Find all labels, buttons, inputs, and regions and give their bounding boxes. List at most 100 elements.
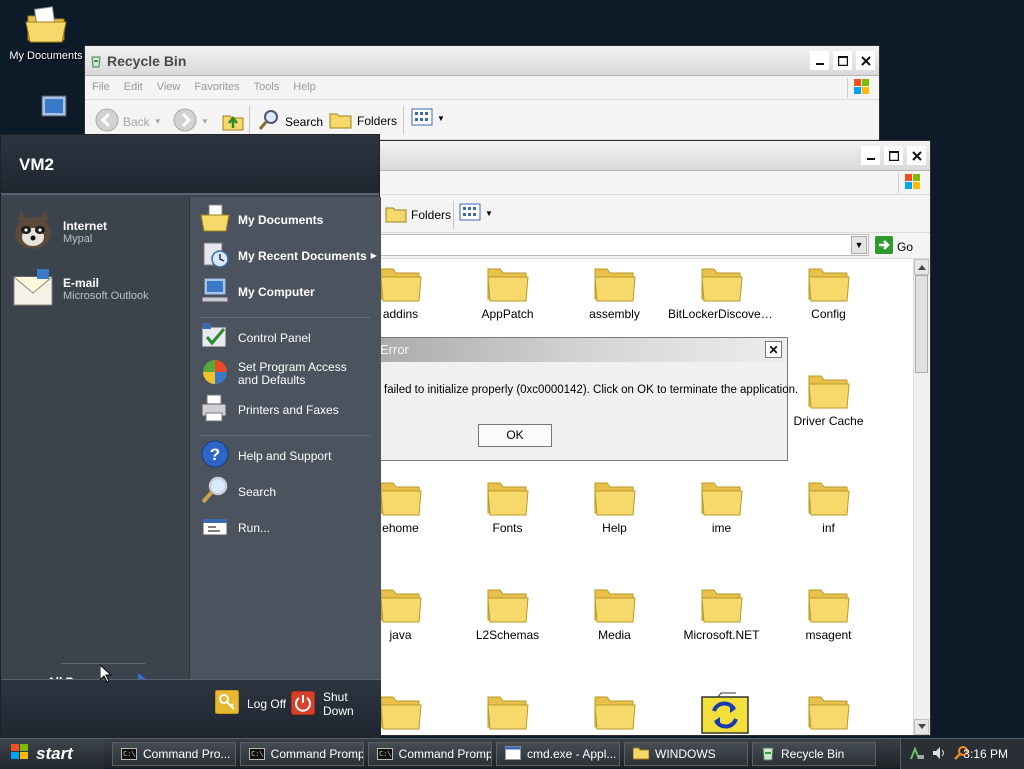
error-dialog[interactable]: Error ✕ failed to initialize properly (0… bbox=[367, 337, 798, 461]
menu-view[interactable]: View bbox=[150, 76, 188, 98]
folder-item[interactable]: Help bbox=[561, 477, 668, 535]
start-item-control-panel[interactable]: Control Panel bbox=[200, 321, 311, 354]
folder-item[interactable] bbox=[668, 691, 775, 735]
start-item-search[interactable]: Search bbox=[200, 475, 276, 508]
key-icon bbox=[214, 689, 240, 717]
back-button[interactable]: Back ▼ bbox=[95, 108, 162, 135]
folder-item[interactable]: inf bbox=[775, 477, 882, 535]
mypal-raccoon-icon bbox=[11, 209, 55, 254]
scroll-up-button[interactable] bbox=[914, 259, 929, 275]
scroll-thumb[interactable] bbox=[915, 275, 928, 373]
close-button[interactable] bbox=[907, 146, 926, 165]
menu-help[interactable]: Help bbox=[286, 76, 323, 98]
menu-edit[interactable]: Edit bbox=[117, 76, 150, 98]
folders-button[interactable]: Folders bbox=[329, 108, 397, 133]
maximize-button[interactable] bbox=[884, 146, 903, 165]
scroll-down-button[interactable] bbox=[914, 719, 929, 735]
start-item-my-documents[interactable]: My Documents bbox=[200, 203, 323, 236]
my-documents-icon bbox=[200, 203, 230, 236]
taskbar-button-command-prompt-2[interactable]: C:\ Command Prompt bbox=[240, 742, 364, 766]
search-icon bbox=[200, 475, 230, 508]
folder-item[interactable]: BitLockerDiscovery... bbox=[668, 263, 775, 321]
folder-label: Microsoft.NET bbox=[683, 628, 760, 642]
folder-item[interactable]: Fonts bbox=[454, 477, 561, 535]
clock[interactable]: 3:16 PM bbox=[963, 747, 1008, 761]
dialog-title-bar[interactable]: Error ✕ bbox=[368, 338, 787, 362]
log-off-button[interactable]: Log Off bbox=[214, 689, 286, 717]
start-item-label: E-mail bbox=[63, 275, 100, 290]
address-field[interactable]: ▼ bbox=[341, 234, 869, 256]
minimize-button[interactable] bbox=[861, 146, 880, 165]
start-menu[interactable]: VM2 Internet Mypal E-mail Microsoft Outloo… bbox=[0, 134, 381, 739]
folders-button[interactable]: Folders bbox=[385, 203, 451, 226]
taskbar-button-cmd-application-error[interactable]: cmd.exe - Appl... bbox=[496, 742, 620, 766]
folder-icon bbox=[379, 263, 423, 303]
desktop-icon-my-documents[interactable]: My Documents bbox=[4, 2, 88, 62]
window-title: Recycle Bin bbox=[107, 53, 187, 69]
taskbar-button-recycle-bin[interactable]: Recycle Bin bbox=[752, 742, 876, 766]
forward-button[interactable]: ▼ bbox=[173, 108, 209, 135]
taskbar-button-windows-folder[interactable]: WINDOWS bbox=[624, 742, 748, 766]
cmd-icon: C:\ bbox=[249, 748, 265, 760]
back-arrow-icon bbox=[95, 108, 119, 135]
volume-icon[interactable] bbox=[931, 745, 947, 764]
folder-item[interactable]: msagent bbox=[775, 584, 882, 642]
power-icon bbox=[290, 690, 316, 718]
go-button[interactable]: Go bbox=[875, 236, 913, 257]
start-button[interactable]: start bbox=[0, 739, 104, 769]
folders-label: Folders bbox=[357, 113, 398, 128]
title-bar[interactable]: Recycle Bin bbox=[85, 46, 879, 76]
start-item-label: Set Program Access and Defaults bbox=[238, 359, 347, 387]
start-item-email[interactable]: E-mail Microsoft Outlook bbox=[11, 265, 149, 312]
menu-tools[interactable]: Tools bbox=[247, 76, 287, 98]
views-icon bbox=[411, 108, 433, 129]
shut-down-button[interactable]: Shut Down bbox=[290, 690, 381, 718]
vertical-scrollbar[interactable] bbox=[913, 259, 929, 735]
search-button[interactable]: Search bbox=[257, 108, 323, 135]
folder-icon bbox=[486, 584, 530, 624]
menu-file[interactable]: File bbox=[85, 76, 117, 98]
folder-item[interactable] bbox=[775, 691, 882, 735]
network-icon[interactable] bbox=[909, 745, 925, 764]
go-arrow-icon bbox=[875, 236, 893, 257]
address-dropdown-button[interactable]: ▼ bbox=[851, 236, 867, 254]
start-item-internet[interactable]: Internet Mypal bbox=[11, 209, 107, 254]
folder-icon bbox=[700, 584, 744, 624]
folder-item[interactable]: Microsoft.NET bbox=[668, 584, 775, 642]
start-item-set-program-access[interactable]: Set Program Access and Defaults bbox=[200, 357, 370, 390]
up-folder-button[interactable] bbox=[221, 108, 245, 135]
views-button[interactable]: ▼ bbox=[411, 108, 445, 129]
folder-content-area[interactable]: addins AppPatch assembly BitLockerDiscovery… bbox=[341, 259, 913, 735]
folder-item[interactable]: L2Schemas bbox=[454, 584, 561, 642]
close-button[interactable] bbox=[856, 51, 875, 70]
recycle-bin-window[interactable]: Recycle Bin File Edit View Favorites Tools He… bbox=[84, 45, 880, 145]
folder-item[interactable]: Media bbox=[561, 584, 668, 642]
chevron-down-icon: ▼ bbox=[437, 114, 445, 123]
folder-item[interactable] bbox=[454, 691, 561, 735]
maximize-button[interactable] bbox=[833, 51, 852, 70]
folder-item[interactable]: AppPatch bbox=[454, 263, 561, 321]
taskbar-button-command-prompt-3[interactable]: C:\ Command Prompt bbox=[368, 742, 492, 766]
start-item-my-computer[interactable]: My Computer bbox=[200, 275, 315, 308]
minimize-button[interactable] bbox=[810, 51, 829, 70]
ok-button[interactable]: OK bbox=[478, 424, 552, 447]
start-item-help-support[interactable]: ? Help and Support bbox=[200, 439, 331, 472]
start-item-run[interactable]: Run... bbox=[200, 511, 270, 544]
menu-favorites[interactable]: Favorites bbox=[187, 76, 246, 98]
views-button[interactable]: ▼ bbox=[459, 203, 493, 224]
folder-item[interactable]: assembly bbox=[561, 263, 668, 321]
start-item-my-recent-documents[interactable]: My Recent Documents ▶ bbox=[200, 239, 377, 272]
dialog-close-button[interactable]: ✕ bbox=[765, 341, 782, 358]
folder-item[interactable]: ime bbox=[668, 477, 775, 535]
folder-item[interactable]: Driver Cache bbox=[775, 370, 882, 428]
folder-item[interactable] bbox=[561, 691, 668, 735]
taskbar-button-command-prompt-1[interactable]: C:\ Command Pro... bbox=[112, 742, 236, 766]
start-item-printers-faxes[interactable]: Printers and Faxes bbox=[200, 393, 339, 426]
folder-label: Fonts bbox=[492, 521, 523, 535]
folder-label: Driver Cache bbox=[793, 414, 864, 428]
svg-text:?: ? bbox=[210, 445, 220, 464]
folder-item[interactable]: Config bbox=[775, 263, 882, 321]
title-bar[interactable] bbox=[341, 141, 930, 171]
folder-label: ime bbox=[711, 521, 732, 535]
start-item-sublabel: Mypal bbox=[63, 232, 93, 245]
